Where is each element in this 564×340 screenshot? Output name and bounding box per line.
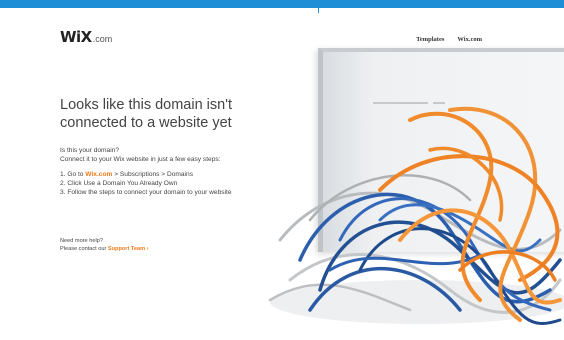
wix-logo[interactable]: WiX .com <box>60 28 112 46</box>
step-1-prefix: 1. Go to <box>60 171 86 178</box>
intro-line-1: Is this your domain? <box>60 147 120 154</box>
intro-text: Is this your domain? Connect it to your … <box>60 146 320 164</box>
step-1: 1. Go to Wix.com > Subscriptions > Domai… <box>60 170 320 179</box>
help-line-1: Need more help? <box>60 238 103 244</box>
help-section: Need more help? Please contact our Suppo… <box>60 237 149 253</box>
step-1-suffix: > Subscriptions > Domains <box>112 171 193 178</box>
support-team-link[interactable]: Support Team › <box>108 246 149 252</box>
intro-line-2: Connect it to your Wix website in just a… <box>60 156 221 163</box>
top-accent-bar <box>0 0 564 8</box>
steps-list: 1. Go to Wix.com > Subscriptions > Domai… <box>60 170 320 197</box>
logo-suffix: .com <box>92 34 113 44</box>
help-line-2: Please contact our <box>60 246 108 252</box>
main-content: Looks like this domain isn't connected t… <box>60 96 320 197</box>
logo-wordmark: WiX <box>60 28 92 46</box>
wix-link[interactable]: Wix.com <box>85 171 112 178</box>
step-2: 2. Click Use a Domain You Already Own <box>60 180 178 187</box>
page-headline: Looks like this domain isn't connected t… <box>60 97 233 131</box>
step-3: 3. Follow the steps to connect your doma… <box>60 189 232 196</box>
